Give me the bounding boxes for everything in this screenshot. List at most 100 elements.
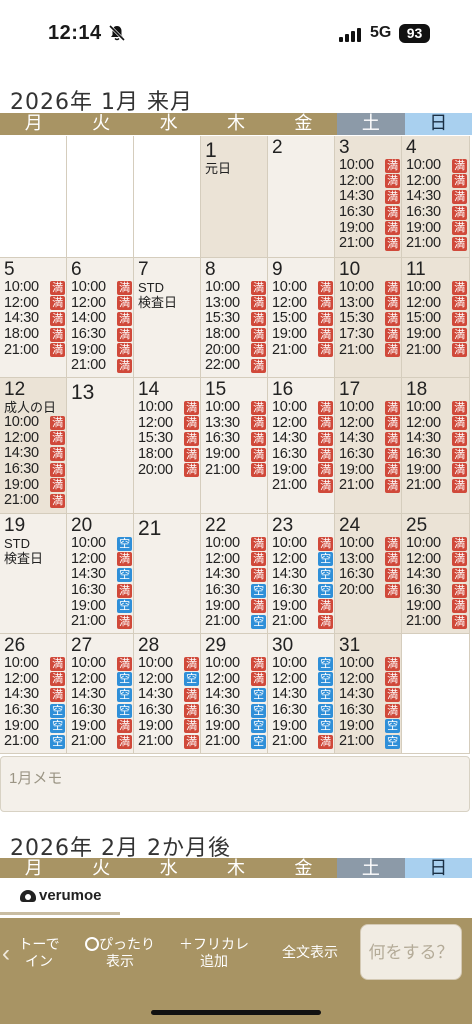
calendar-day[interactable]: 2 [268,136,335,258]
calendar-day[interactable]: 20 10:00 空 12:00 満 14:30 空 16:30 満 19:00 空 21:00 満 [67,514,134,634]
time-slot[interactable]: 21:00 空 [205,614,267,630]
time-slot[interactable]: 14:30 満 [339,431,401,447]
time-slot[interactable]: 16:30 空 [205,703,267,719]
calendar-day[interactable]: 19 STD 検査日 [0,514,67,634]
time-slot[interactable]: 14:30 空 [272,687,334,703]
time-slot[interactable]: 14:30 満 [406,567,469,583]
time-slot[interactable]: 15:00 満 [272,311,334,327]
calendar-day[interactable]: 6 10:00 満 12:00 満 14:00 満 16:30 満 19:00 満 21:00 満 [67,258,134,378]
calendar-day[interactable]: 15 10:00 満 13:30 満 16:30 満 19:00 満 21:00 満 [201,378,268,514]
time-slot[interactable]: 19:00 満 [339,462,401,478]
time-slot[interactable]: 19:00 満 [406,598,469,614]
time-slot[interactable]: 10:00 満 [138,656,200,672]
time-slot[interactable]: 14:00 満 [71,311,133,327]
time-slot[interactable]: 19:00 満 [339,220,401,236]
time-slot[interactable]: 14:30 空 [205,687,267,703]
time-slot[interactable]: 16:30 空 [71,703,133,719]
calendar-day[interactable]: 18 10:00 満 12:00 満 14:30 満 16:30 満 19:00 満 21:00 満 [402,378,470,514]
calendar-day[interactable]: 3 10:00 満 12:00 満 14:30 満 16:30 満 19:00 満 21:00 満 [335,136,402,258]
time-slot[interactable]: 10:00 満 [71,280,133,296]
calendar-day[interactable]: 30 10:00 空 12:00 空 14:30 空 16:30 空 19:00 空 21:00 満 [268,634,335,754]
time-slot[interactable]: 19:00 満 [71,718,133,734]
time-slot[interactable]: 18:00 満 [4,327,66,343]
chevron-left-icon[interactable]: ‹ [2,940,10,968]
calendar-day[interactable]: 31 10:00 満 12:00 満 14:30 満 16:30 満 19:00 空 21:00 空 [335,634,402,754]
time-slot[interactable]: 10:00 満 [272,536,334,552]
time-slot[interactable]: 16:30 満 [339,205,401,221]
time-slot[interactable]: 19:00 満 [272,462,334,478]
time-slot[interactable]: 16:30 満 [4,462,66,478]
time-slot[interactable]: 10:00 満 [4,415,66,431]
time-slot[interactable]: 19:00 空 [71,598,133,614]
time-slot[interactable]: 19:00 満 [205,447,267,463]
time-slot[interactable]: 20:00 満 [138,462,200,478]
time-slot[interactable]: 14:30 満 [406,431,469,447]
time-slot[interactable]: 10:00 満 [4,280,66,296]
time-slot[interactable]: 19:00 満 [71,342,133,358]
time-slot[interactable]: 22:00 満 [205,358,267,374]
time-slot[interactable]: 18:00 満 [138,447,200,463]
time-slot[interactable]: 12:00 空 [272,671,334,688]
login-button[interactable]: トーで イン [16,936,62,970]
time-slot[interactable]: 10:00 満 [406,536,469,552]
time-slot[interactable]: 13:00 満 [339,295,401,312]
time-slot[interactable]: 13:00 満 [339,551,401,568]
fit-view-button[interactable]: ぴったり 表示 [78,936,162,970]
time-slot[interactable]: 16:30 満 [406,447,469,463]
calendar-day[interactable]: 9 10:00 満 12:00 満 15:00 満 19:00 満 21:00 満 [268,258,335,378]
time-slot[interactable]: 14:30 満 [339,687,401,703]
time-slot[interactable]: 15:00 満 [406,311,469,327]
time-slot[interactable]: 12:00 満 [4,430,66,447]
time-slot[interactable]: 19:00 空 [272,718,334,734]
time-slot[interactable]: 12:00 満 [71,551,133,568]
time-slot[interactable]: 12:00 満 [71,295,133,312]
time-slot[interactable]: 10:00 満 [339,158,401,174]
calendar-day[interactable]: 17 10:00 満 12:00 満 14:30 満 16:30 満 19:00 満 21:00 満 [335,378,402,514]
time-slot[interactable]: 12:00 満 [339,671,401,688]
time-slot[interactable]: 10:00 満 [406,280,469,296]
time-slot[interactable]: 19:00 満 [205,598,267,614]
time-slot[interactable]: 16:30 空 [4,703,66,719]
time-slot[interactable]: 17:30 満 [339,327,401,343]
time-slot[interactable]: 19:00 満 [4,477,66,493]
time-slot[interactable]: 12:00 満 [138,415,200,432]
time-slot[interactable]: 16:30 空 [272,703,334,719]
time-slot[interactable]: 12:00 空 [272,551,334,568]
time-slot[interactable]: 21:00 満 [339,342,401,358]
time-slot[interactable]: 20:00 満 [205,342,267,358]
time-slot[interactable]: 21:00 満 [71,734,133,750]
time-slot[interactable]: 12:00 満 [205,551,267,568]
time-slot[interactable]: 21:00 空 [4,734,66,750]
time-slot[interactable]: 10:00 満 [339,280,401,296]
time-slot[interactable]: 10:00 満 [4,656,66,672]
time-slot[interactable]: 10:00 満 [205,280,267,296]
time-slot[interactable]: 14:30 満 [4,687,66,703]
calendar-day[interactable]: 7 STD 検査日 [134,258,201,378]
time-slot[interactable]: 20:00 満 [339,583,401,599]
time-slot[interactable]: 16:30 満 [71,583,133,599]
time-slot[interactable]: 10:00 満 [205,400,267,416]
time-slot[interactable]: 10:00 満 [339,400,401,416]
time-slot[interactable]: 21:00 満 [71,358,133,374]
time-slot[interactable]: 15:30 満 [339,311,401,327]
time-slot[interactable]: 16:30 満 [406,205,469,221]
calendar-day[interactable]: 29 10:00 満 12:00 満 14:30 空 16:30 空 19:00 空 21:00 空 [201,634,268,754]
calendar-day[interactable]: 27 10:00 満 12:00 空 14:30 空 16:30 空 19:00 満 21:00 満 [67,634,134,754]
time-slot[interactable]: 10:00 満 [205,656,267,672]
time-slot[interactable]: 16:30 満 [339,567,401,583]
time-slot[interactable]: 12:00 満 [406,415,469,432]
time-slot[interactable]: 21:00 満 [406,614,469,630]
time-slot[interactable]: 16:30 空 [272,583,334,599]
time-slot[interactable]: 12:00 満 [339,415,401,432]
time-slot[interactable]: 10:00 満 [138,400,200,416]
time-slot[interactable]: 21:00 満 [4,342,66,358]
time-slot[interactable]: 16:30 空 [205,583,267,599]
time-slot[interactable]: 12:00 満 [272,415,334,432]
time-slot[interactable]: 14:30 空 [71,687,133,703]
time-slot[interactable]: 21:00 空 [339,734,401,750]
time-slot[interactable]: 10:00 満 [406,400,469,416]
calendar-day[interactable]: 22 10:00 満 12:00 満 14:30 満 16:30 空 19:00 満 21:00 空 [201,514,268,634]
time-slot[interactable]: 16:30 満 [71,327,133,343]
time-slot[interactable]: 14:30 空 [272,567,334,583]
time-slot[interactable]: 21:00 満 [138,734,200,750]
